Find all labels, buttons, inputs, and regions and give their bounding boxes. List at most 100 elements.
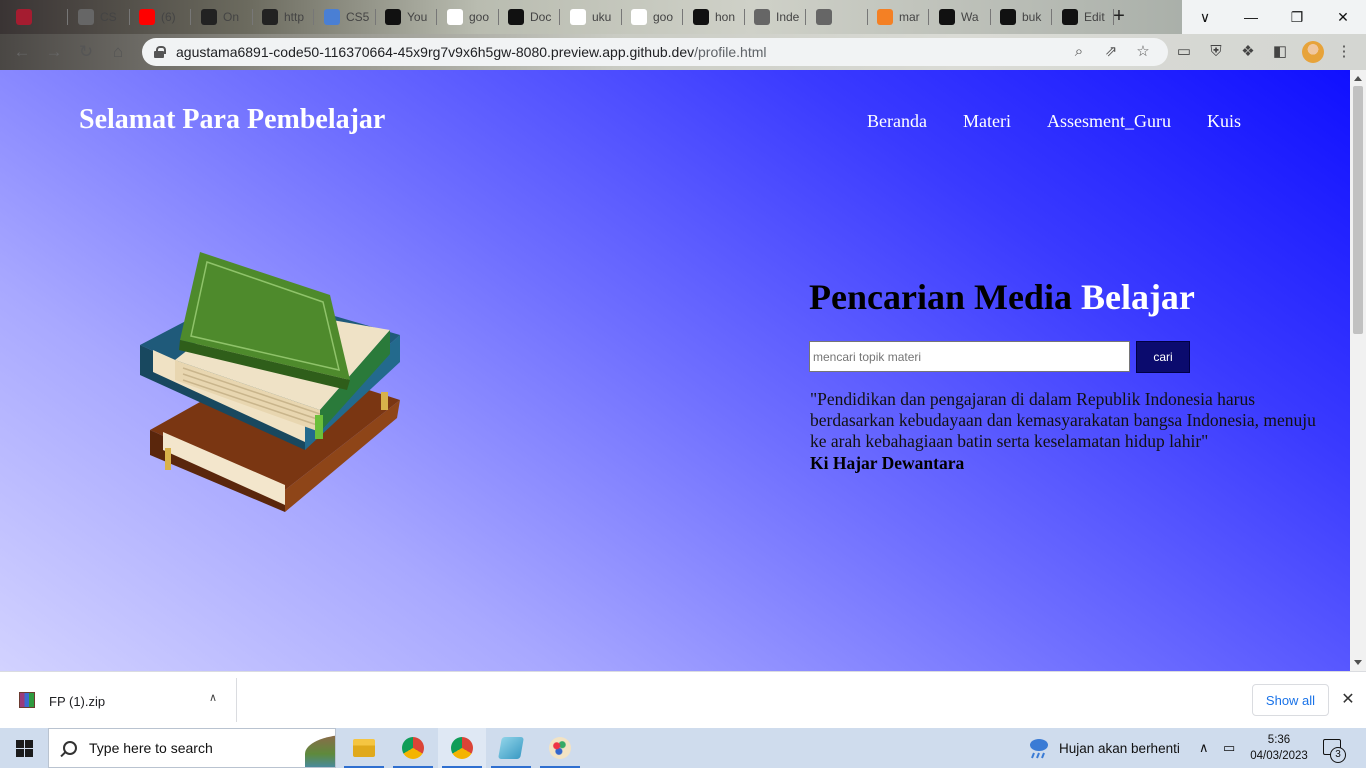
nav-link-materi[interactable]: Materi <box>963 111 1011 132</box>
download-file-name[interactable]: FP (1).zip <box>49 694 105 709</box>
paint-taskbar-button[interactable] <box>536 728 584 768</box>
browser-tab[interactable]: goo <box>623 4 683 30</box>
minimize-button[interactable]: — <box>1228 0 1274 34</box>
chevron-up-icon[interactable]: ∧ <box>206 691 220 705</box>
close-download-shelf-icon[interactable]: ✕ <box>1339 689 1357 709</box>
browser-tab[interactable]: Wa <box>931 4 991 30</box>
browser-tab-label: goo <box>469 10 490 24</box>
clock-date: 04/03/2023 <box>1250 750 1308 762</box>
forward-icon[interactable]: → <box>44 42 64 62</box>
browser-tab[interactable]: mar <box>869 4 929 30</box>
scrollbar-thumb[interactable] <box>1353 86 1363 334</box>
weather-status-text[interactable]: Hujan akan berhenti <box>1059 741 1180 756</box>
chrome-taskbar-button[interactable] <box>389 728 437 768</box>
side-panel-icon[interactable]: ◧ <box>1270 42 1290 62</box>
d-favicon-icon <box>262 9 278 25</box>
tab-separator <box>559 9 560 25</box>
new-tab-button[interactable]: + <box>1108 6 1130 28</box>
google-favicon-icon <box>570 9 586 25</box>
browser-tab[interactable]: uku <box>562 4 622 30</box>
scroll-up-arrow-icon[interactable] <box>1354 76 1362 81</box>
more-menu-icon[interactable]: ⋮ <box>1334 42 1354 62</box>
browser-tab[interactable]: buk <box>992 4 1052 30</box>
tab-separator <box>436 9 437 25</box>
windows-start-button[interactable] <box>0 728 48 768</box>
profile-avatar[interactable] <box>1302 41 1324 63</box>
hero-title-light: Belajar <box>1080 277 1195 317</box>
browser-tab-label: Inde <box>776 10 800 24</box>
home-icon[interactable]: ⌂ <box>108 42 128 62</box>
tab-separator <box>498 9 499 25</box>
browser-tab-label: uku <box>592 10 612 24</box>
back-icon[interactable]: ← <box>12 42 32 62</box>
extensions-puzzle-icon[interactable]: ❖ <box>1238 42 1258 62</box>
cast-icon[interactable]: ▭ <box>1174 42 1194 62</box>
nav-link-kuis[interactable]: Kuis <box>1207 111 1241 132</box>
browser-tab[interactable]: CS <box>70 4 130 30</box>
chrome-icon <box>402 737 424 759</box>
globe-favicon-icon <box>816 9 832 25</box>
search-button[interactable]: cari <box>1136 341 1190 373</box>
globe-favicon-icon <box>78 9 94 25</box>
zip-archive-icon <box>19 692 35 708</box>
zoom-icon[interactable]: ⌕ <box>1070 43 1088 61</box>
chrome-profile-taskbar-button[interactable] <box>438 728 486 768</box>
paint-palette-icon <box>549 737 571 759</box>
taskbar-clock[interactable]: 5:36 04/03/2023 <box>1248 732 1310 764</box>
browser-tab[interactable]: You <box>377 4 437 30</box>
browser-tab[interactable]: Edit <box>1054 4 1114 30</box>
tab-separator <box>67 9 68 25</box>
bookmark-star-icon[interactable]: ☆ <box>1134 43 1152 61</box>
folder-icon <box>353 739 375 757</box>
shield-extension-icon[interactable]: ⛨ <box>1206 42 1226 62</box>
browser-tab-label: goo <box>653 10 674 24</box>
globe-favicon-icon <box>754 9 770 25</box>
reload-icon[interactable]: ↻ <box>76 42 96 62</box>
show-all-downloads-button[interactable]: Show all <box>1252 684 1329 716</box>
page-scrollbar[interactable] <box>1350 70 1366 671</box>
taskbar-search-box[interactable]: Type here to search <box>48 728 336 768</box>
download-shelf: FP (1).zip ∧ Show all ✕ <box>0 671 1366 728</box>
browser-tab-strip: CS (6) On http CS5 You goo Doc uku goo hon Inde mar W… <box>0 0 1366 34</box>
notes-app-taskbar-button[interactable] <box>487 728 535 768</box>
url-path: /profile.html <box>694 44 767 60</box>
battery-icon[interactable]: ▭ <box>1223 740 1235 756</box>
site-title: Selamat Para Pembelajar <box>79 104 386 135</box>
scroll-down-arrow-icon[interactable] <box>1354 660 1362 665</box>
browser-tab[interactable]: Inde <box>746 4 806 30</box>
address-bar[interactable]: agustama6891-code50-116370664-45x9rg7v9x… <box>142 38 1168 66</box>
tab-separator <box>190 9 191 25</box>
weather-rain-icon[interactable] <box>1027 737 1051 759</box>
github-favicon-icon <box>693 9 709 25</box>
close-window-button[interactable]: ✕ <box>1320 0 1366 34</box>
tab-separator <box>621 9 622 25</box>
browser-tab-label: CS5 <box>346 10 370 24</box>
tab-separator <box>805 9 806 25</box>
browser-toolbar: ← → ↻ ⌂ agustama6891-code50-116370664-45… <box>0 34 1366 70</box>
browser-tab[interactable]: goo <box>439 4 499 30</box>
browser-tab[interactable] <box>808 4 868 30</box>
restore-button[interactable]: ❐ <box>1274 0 1320 34</box>
file-explorer-taskbar-button[interactable] <box>340 728 388 768</box>
browser-tab-label: mar <box>899 10 920 24</box>
browser-tab[interactable] <box>8 4 68 30</box>
github-favicon-icon <box>1062 9 1078 25</box>
browser-tab[interactable]: (6) <box>131 4 191 30</box>
share-icon[interactable]: ⇗ <box>1102 43 1120 61</box>
browser-tab[interactable]: Doc <box>500 4 560 30</box>
tab-search-chevron-icon[interactable]: ∨ <box>1182 0 1228 34</box>
show-hidden-icons-chevron-icon[interactable]: ∧ <box>1199 740 1209 756</box>
browser-tab-label: hon <box>715 10 736 24</box>
nav-link-assesment-guru[interactable]: Assesment_Guru <box>1047 111 1171 132</box>
browser-tab[interactable]: hon <box>685 4 745 30</box>
browser-tab[interactable]: CS5 <box>316 4 376 30</box>
search-icon <box>63 741 77 755</box>
browser-tab[interactable]: http <box>254 4 314 30</box>
search-input[interactable] <box>809 341 1130 372</box>
youtube-favicon-icon <box>139 9 155 25</box>
google-favicon-icon <box>447 9 463 25</box>
browser-tab[interactable]: On <box>193 4 253 30</box>
nav-link-beranda[interactable]: Beranda <box>867 111 927 132</box>
chart-favicon-icon <box>324 9 340 25</box>
quote-text: "Pendidikan dan pengajaran di dalam Repu… <box>810 389 1316 451</box>
